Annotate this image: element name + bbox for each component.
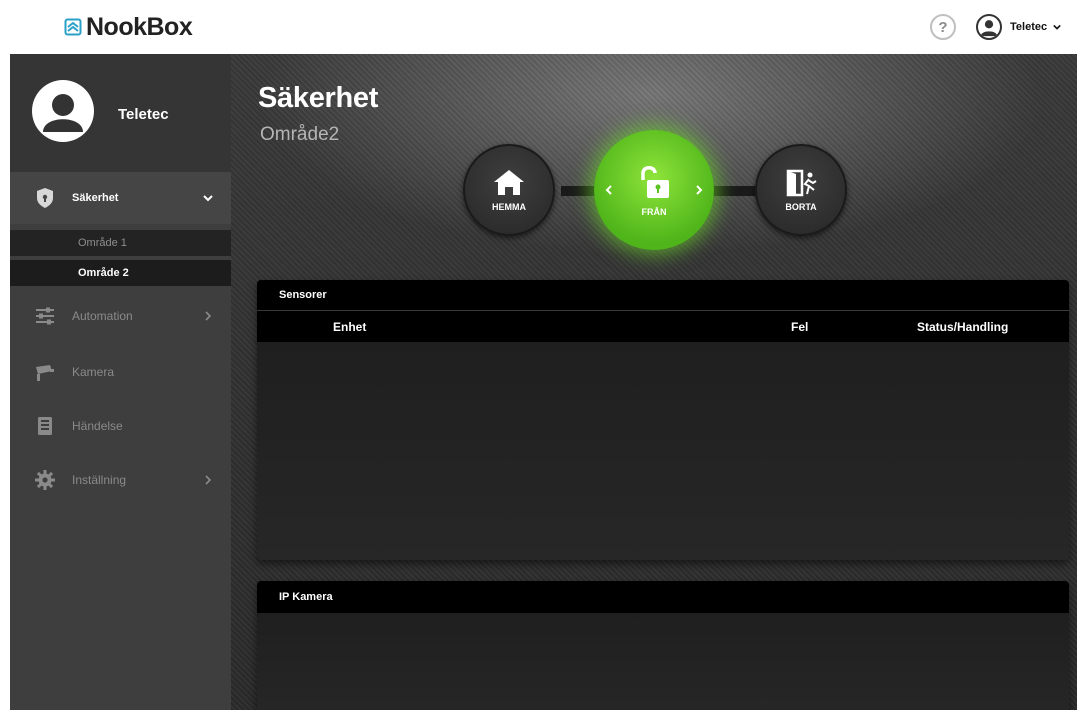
main-content: Säkerhet Område2 HEMMA FRÅN BORTA Sensor… (231, 54, 1077, 710)
chevron-left-icon[interactable] (604, 185, 614, 195)
sliders-icon (36, 307, 54, 325)
user-name: Teletec (1010, 21, 1048, 33)
top-bar: NookBox ? Teletec (0, 0, 1077, 54)
mode-label: BORTA (785, 202, 817, 212)
chevron-right-icon (205, 311, 212, 321)
sidebar-subitem-area-2[interactable]: Område 2 (10, 260, 231, 286)
gear-icon (35, 470, 55, 490)
sidebar-item-camera[interactable]: Kamera (10, 346, 231, 398)
door-exit-icon (786, 169, 817, 197)
user-avatar-icon (976, 14, 1002, 40)
sidebar-profile: Teletec (10, 54, 231, 172)
sidebar-item-label: Automation (72, 309, 133, 323)
logo-icon (64, 18, 82, 36)
sidebar-item-security[interactable]: Säkerhet (10, 172, 231, 224)
list-icon (38, 417, 52, 435)
sidebar-item-settings[interactable]: Inställning (10, 454, 231, 506)
chevron-down-icon (1053, 24, 1061, 30)
sidebar-subitem-label: Område 1 (78, 237, 127, 249)
ip-camera-body (257, 613, 1069, 710)
sidebar-subitem-label: Område 2 (78, 267, 129, 279)
profile-name: Teletec (118, 106, 169, 123)
sidebar-subitem-area-1[interactable]: Område 1 (10, 230, 231, 256)
chevron-right-icon[interactable] (694, 185, 704, 195)
shield-icon (37, 188, 53, 208)
mode-disarm-button[interactable]: FRÅN (594, 130, 714, 250)
sensors-panel: Sensorer Enhet Fel Status/Handling (257, 280, 1069, 560)
sensors-table-header: Enhet Fel Status/Handling (257, 310, 1069, 342)
sidebar-item-label: Kamera (72, 365, 115, 379)
mode-home-button[interactable]: HEMMA (463, 144, 555, 236)
home-icon (494, 170, 524, 195)
chevron-right-icon (205, 475, 212, 485)
page-title: Säkerhet (258, 82, 379, 114)
mode-label: FRÅN (641, 207, 667, 217)
camera-icon (36, 365, 54, 381)
user-menu[interactable]: Teletec (976, 14, 1061, 40)
sensors-panel-title: Sensorer (257, 280, 1069, 310)
help-icon: ? (938, 18, 948, 36)
unlock-icon (641, 166, 669, 198)
logo[interactable]: NookBox (64, 12, 193, 42)
column-header-device: Enhet (333, 320, 367, 334)
mode-label: HEMMA (492, 202, 526, 212)
logo-text: NookBox (86, 12, 193, 41)
column-header-status: Status/Handling (917, 320, 1009, 334)
sensors-table-body (257, 342, 1069, 560)
sidebar: Teletec Säkerhet Område 1 Område 2 Autom… (10, 54, 231, 710)
sidebar-item-label: Inställning (72, 473, 127, 487)
chevron-down-icon (203, 195, 213, 202)
sidebar-item-automation[interactable]: Automation (10, 290, 231, 342)
sidebar-item-label: Säkerhet (72, 192, 119, 204)
profile-avatar-icon (34, 82, 92, 140)
sidebar-item-events[interactable]: Händelse (10, 400, 231, 452)
page-subtitle: Område2 (260, 124, 340, 145)
ip-camera-panel-title: IP Kamera (257, 581, 1069, 613)
column-header-fault: Fel (791, 320, 809, 334)
help-button[interactable]: ? (930, 14, 956, 40)
ip-camera-panel: IP Kamera (257, 581, 1069, 710)
sidebar-item-label: Händelse (72, 419, 123, 433)
mode-away-button[interactable]: BORTA (755, 144, 847, 236)
